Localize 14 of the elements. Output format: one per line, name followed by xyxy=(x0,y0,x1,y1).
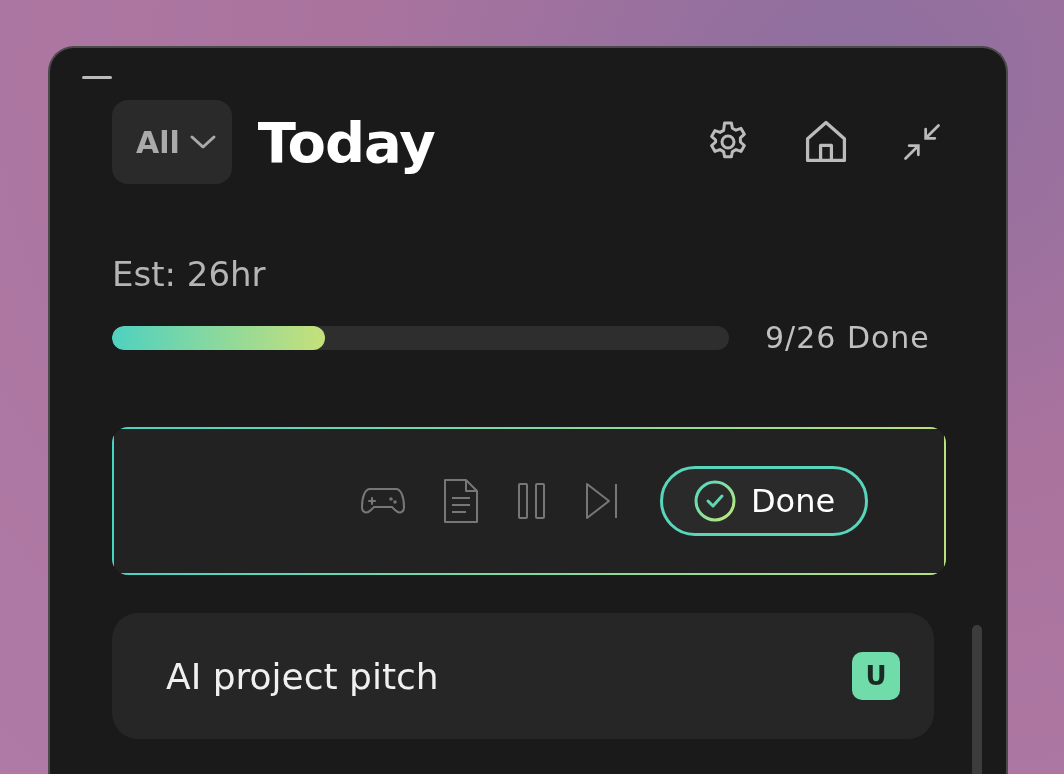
filter-dropdown[interactable]: All xyxy=(112,100,232,184)
task-card[interactable]: AI project pitch U xyxy=(112,613,934,739)
drag-handle[interactable] xyxy=(82,76,112,79)
check-circle-icon xyxy=(692,479,737,523)
done-button[interactable]: Done xyxy=(659,466,869,536)
progress-label: 9/26 Done xyxy=(765,320,930,355)
estimate-text: Est: 26hr xyxy=(112,254,267,294)
document-icon[interactable] xyxy=(441,478,480,524)
pause-icon[interactable] xyxy=(515,482,548,520)
page-title: Today xyxy=(257,109,435,175)
skip-next-icon[interactable] xyxy=(583,481,620,521)
task-title: AI project pitch xyxy=(166,655,439,697)
task-badge: U xyxy=(852,652,900,700)
scrollbar[interactable] xyxy=(972,625,982,774)
